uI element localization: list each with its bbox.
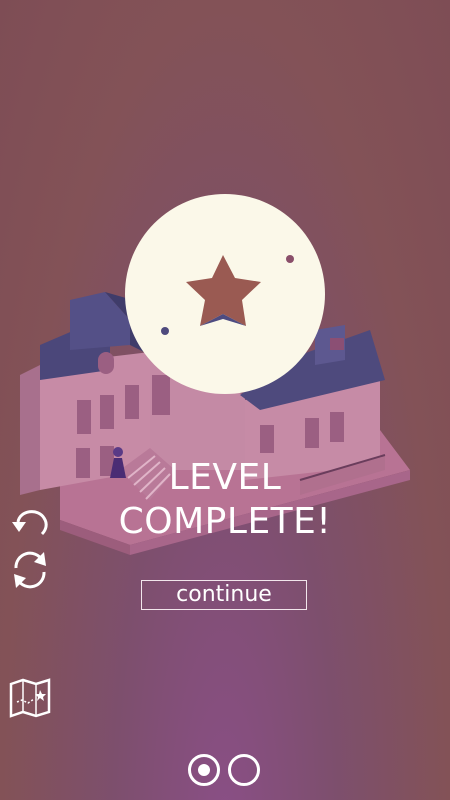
orbit-dot-top	[286, 255, 294, 263]
map-icon[interactable]	[8, 676, 52, 718]
undo-icon[interactable]	[8, 502, 52, 538]
building-scene	[20, 292, 410, 555]
page-dot-active[interactable]	[188, 754, 220, 786]
title-line-2: COMPLETE!	[118, 501, 332, 542]
level-complete-title: LEVEL COMPLETE!	[90, 456, 360, 544]
page-dot-inactive[interactable]	[228, 754, 260, 786]
restart-icon[interactable]	[8, 548, 52, 592]
orbit-dot-bottom	[161, 327, 169, 335]
title-line-1: LEVEL	[168, 457, 282, 498]
continue-button[interactable]: continue	[141, 580, 307, 610]
page-indicator	[188, 754, 264, 790]
level-complete-medal	[125, 194, 325, 394]
